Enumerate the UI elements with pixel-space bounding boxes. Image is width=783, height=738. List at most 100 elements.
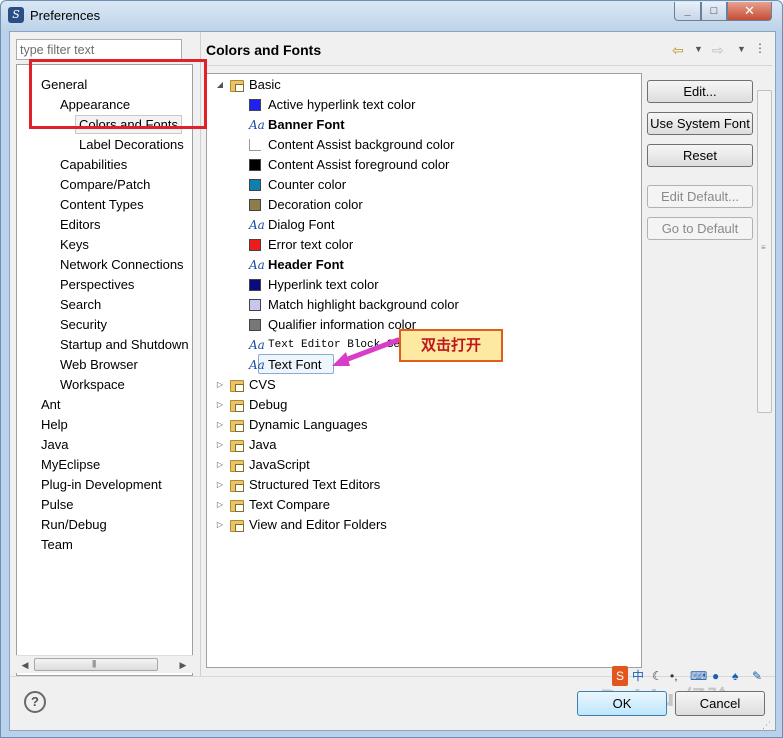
collapsed-chevron-icon[interactable]: ▷ [215, 415, 225, 435]
tree-entry-row[interactable]: Hyperlink text color [207, 275, 637, 295]
tree-entry-row[interactable]: Decoration color [207, 195, 637, 215]
tree-item[interactable]: Network Connections [60, 255, 184, 274]
scrollbar-thumb[interactable]: ≡ [757, 90, 772, 413]
tree-horizontal-scrollbar[interactable]: ◀ ||| ▶ [16, 655, 193, 673]
tree-category-row[interactable]: ▷ View and Editor Folders [207, 515, 637, 535]
color-swatch [249, 159, 261, 171]
collapsed-chevron-icon[interactable]: ▷ [215, 435, 225, 455]
tree-vertical-scrollbar[interactable]: ≡ [757, 73, 772, 668]
edit-default-button[interactable]: Edit Default... [647, 185, 753, 208]
edit-button[interactable]: Edit... [647, 80, 753, 103]
help-button[interactable]: ? [24, 691, 46, 713]
tree-item[interactable]: Ant [41, 395, 61, 414]
collapsed-chevron-icon[interactable]: ▷ [215, 455, 225, 475]
tree-item[interactable]: Content Types [60, 195, 144, 214]
font-icon: Aa [249, 118, 265, 132]
tree-entry-label: Banner Font [268, 117, 345, 132]
tree-entry-row[interactable]: Aa Header Font [207, 255, 637, 275]
tree-item[interactable]: Help [41, 415, 68, 434]
collapsed-chevron-icon[interactable]: ▷ [215, 515, 225, 535]
close-button[interactable]: ✕ [727, 2, 772, 21]
tree-category-row[interactable]: ▷ Debug [207, 395, 637, 415]
cancel-button[interactable]: Cancel [675, 691, 765, 716]
tree-entry-row[interactable]: Aa Banner Font [207, 115, 637, 135]
forward-arrow-icon[interactable]: ⇨ [712, 42, 724, 59]
tree-entry-row[interactable]: Error text color [207, 235, 637, 255]
tree-entry-row[interactable]: Content Assist background color [207, 135, 637, 155]
folder-icon [230, 500, 244, 512]
tree-item[interactable]: Workspace [60, 375, 125, 394]
minimize-button[interactable]: _ [674, 2, 701, 21]
expanded-chevron-icon[interactable]: ◢ [215, 75, 225, 95]
colors-fonts-tree[interactable]: ◢ Basic Active hyperlink text color Aa Banne… [206, 73, 642, 668]
tree-item[interactable]: Search [60, 295, 101, 314]
tree-item[interactable]: Web Browser [60, 355, 138, 374]
tree-category-row[interactable]: ◢ Basic [207, 75, 637, 95]
color-swatch [249, 179, 261, 191]
tree-item[interactable]: Perspectives [60, 275, 134, 294]
page-title: Colors and Fonts [206, 42, 322, 58]
scroll-right-icon[interactable]: ▶ [176, 658, 190, 672]
collapsed-chevron-icon[interactable]: ▷ [215, 375, 225, 395]
tree-entry-label: Match highlight background color [268, 297, 459, 312]
grip-icon: ||| [92, 659, 96, 668]
filter-input[interactable] [16, 39, 182, 60]
tree-entry-row[interactable]: Match highlight background color [207, 295, 637, 315]
collapsed-chevron-icon[interactable]: ▷ [215, 475, 225, 495]
tree-entry-row[interactable]: Counter color [207, 175, 637, 195]
tree-entry-row[interactable]: Aa Dialog Font [207, 215, 637, 235]
tree-category-row[interactable]: ▷ Structured Text Editors [207, 475, 637, 495]
tree-category-row[interactable]: ▷ CVS [207, 375, 637, 395]
ime-shirt-icon[interactable]: ♠ [732, 666, 738, 686]
tree-item[interactable]: Pulse [41, 495, 74, 514]
tree-entry-row[interactable]: Active hyperlink text color [207, 95, 637, 115]
tree-item[interactable]: Plug-in Development [41, 475, 162, 494]
tree-item[interactable]: Team [41, 535, 73, 554]
collapsed-chevron-icon[interactable]: ▷ [215, 495, 225, 515]
tree-category-label: CVS [249, 377, 276, 392]
color-swatch [249, 279, 261, 291]
color-swatch [249, 299, 261, 311]
collapsed-chevron-icon[interactable]: ▷ [215, 395, 225, 415]
resize-grip-icon[interactable]: ⋰ [762, 720, 771, 731]
tree-item[interactable]: MyEclipse [41, 455, 100, 474]
tree-item[interactable]: Compare/Patch [60, 175, 150, 194]
tree-category-row[interactable]: ▷ Java [207, 435, 637, 455]
tree-category-label: Dynamic Languages [249, 417, 368, 432]
color-swatch [249, 139, 261, 151]
folder-icon [230, 520, 244, 532]
minimize-icon: _ [684, 5, 691, 17]
go-to-default-button[interactable]: Go to Default [647, 217, 753, 240]
scrollbar-thumb[interactable]: ||| [34, 658, 158, 671]
color-swatch [249, 239, 261, 251]
tree-category-row[interactable]: ▷ Dynamic Languages [207, 415, 637, 435]
reset-button[interactable]: Reset [647, 144, 753, 167]
tree-item[interactable]: Java [41, 435, 68, 454]
tree-item[interactable]: Capabilities [60, 155, 127, 174]
annotation-arrow [332, 337, 400, 366]
tree-category-row[interactable]: ▷ JavaScript [207, 455, 637, 475]
tree-item[interactable]: Security [60, 315, 107, 334]
tree-entry-label: Content Assist background color [268, 137, 455, 152]
tree-entry-row[interactable]: Content Assist foreground color [207, 155, 637, 175]
ime-settings-icon[interactable]: ✎ [752, 666, 762, 686]
back-arrow-icon[interactable]: ⇦ [672, 42, 684, 59]
tree-item[interactable]: Editors [60, 215, 100, 234]
title-bar[interactable]: S Preferences _ □ ✕ [1, 1, 782, 31]
tree-item[interactable]: Startup and Shutdown [60, 335, 189, 354]
tree-category-row[interactable]: ▷ Text Compare [207, 495, 637, 515]
tree-item[interactable]: Label Decorations [79, 135, 184, 154]
grip-icon: ≡ [761, 243, 766, 252]
tree-item[interactable]: Keys [60, 235, 89, 254]
ok-button[interactable]: OK [577, 691, 667, 716]
forward-dropdown-icon[interactable]: ▼ [737, 44, 746, 54]
maximize-button[interactable]: □ [701, 2, 727, 21]
tree-item[interactable]: Run/Debug [41, 515, 107, 534]
scroll-left-icon[interactable]: ◀ [18, 658, 32, 672]
font-icon: Aa [249, 258, 265, 272]
use-system-font-button[interactable]: Use System Font [647, 112, 753, 135]
preference-tree[interactable]: General Appearance Colors and Fonts Label D… [16, 64, 193, 676]
back-dropdown-icon[interactable]: ▼ [694, 44, 703, 54]
view-menu-icon[interactable]: ⋮ [754, 41, 766, 55]
color-swatch [249, 319, 261, 331]
